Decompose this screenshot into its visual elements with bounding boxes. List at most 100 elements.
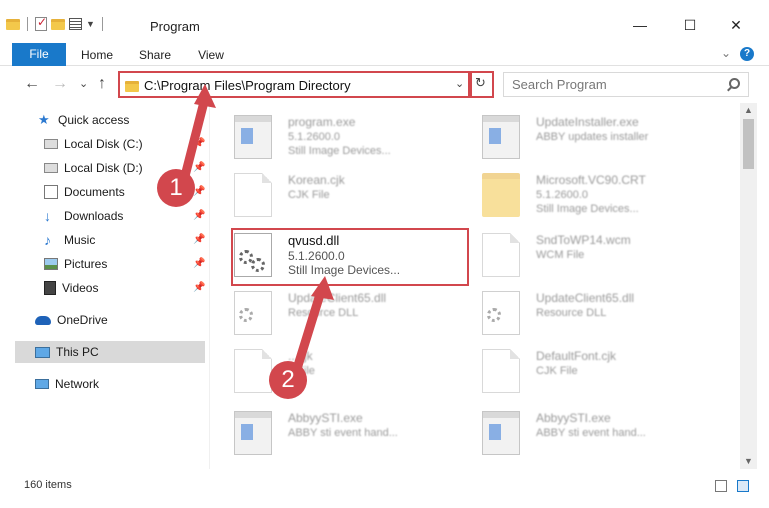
pin-icon[interactable]: 📌 (193, 210, 205, 221)
pin-icon[interactable]: 📌 (193, 234, 205, 245)
file-name: SndToWP14.wcm (536, 233, 631, 247)
tiles-view-icon[interactable] (737, 480, 749, 492)
sidebar-item-label: Documents (64, 185, 125, 199)
ribbon-expand-icon[interactable]: ⌄ (721, 46, 731, 60)
sidebar-item-quick-access[interactable]: ★ Quick access (38, 109, 205, 131)
videos-icon (44, 281, 56, 295)
search-input[interactable] (512, 77, 712, 92)
file-item[interactable]: ...cjk ...File (224, 341, 469, 399)
forward-button[interactable]: → (52, 75, 68, 93)
documents-icon (44, 185, 58, 199)
search-icon[interactable] (729, 78, 740, 89)
address-highlight-box (118, 71, 470, 98)
sidebar-item-this-pc[interactable]: This PC (15, 341, 205, 363)
document-icon (482, 349, 520, 393)
close-button[interactable]: ✕ (713, 10, 759, 40)
recent-locations-button[interactable]: ⌄ (79, 77, 88, 90)
sidebar-item-label: Videos (62, 281, 99, 295)
file-name: Korean.cjk (288, 173, 345, 187)
sidebar-item-label: Music (64, 233, 96, 247)
pictures-icon (44, 258, 58, 270)
refresh-icon[interactable]: ↻ (475, 75, 486, 91)
network-icon (35, 379, 49, 389)
sidebar-item-label: Pictures (64, 257, 108, 271)
file-name: program.exe (288, 115, 356, 129)
sidebar-item-videos[interactable]: Videos 📌 (44, 277, 205, 299)
maximize-button[interactable]: ☐ (667, 10, 713, 40)
sidebar-item-local-disk-c[interactable]: Local Disk (C:) 📌 (44, 133, 205, 155)
file-type: CJK File (536, 365, 578, 377)
file-item[interactable]: SndToWP14.wcm WCM File (472, 225, 717, 283)
search-box[interactable] (503, 72, 749, 97)
customize-icon[interactable] (69, 18, 82, 30)
file-name: AbbyySTI.exe (536, 411, 611, 425)
pin-icon[interactable]: 📌 (193, 282, 205, 293)
exe-icon (482, 411, 520, 455)
sidebar-item-network[interactable]: Network (35, 373, 205, 395)
file-item[interactable]: program.exe 5.1.2600.0 Still Image Devic… (224, 107, 469, 165)
sidebar-item-label: Local Disk (C:) (64, 137, 143, 151)
file-item[interactable]: UpdateInstaller.exe ABBY updates install… (472, 107, 717, 165)
sidebar-item-label: Local Disk (D:) (64, 161, 143, 175)
file-item[interactable]: UpdateClient65.dll Resource DLL (224, 283, 469, 341)
callout-1: 1 (157, 169, 195, 207)
file-type: CJK File (288, 189, 330, 201)
document-icon (482, 233, 520, 277)
pin-icon[interactable]: 📌 (193, 138, 205, 149)
drive-icon (44, 163, 58, 173)
dll-gear-icon (482, 291, 520, 335)
file-name: Microsoft.VC90.CRT (536, 173, 646, 187)
file-item[interactable]: AbbyySTI.exe ABBY sti event hand... (472, 403, 717, 461)
sidebar-item-music[interactable]: ♪ Music 📌 (44, 229, 205, 251)
sidebar-item-onedrive[interactable]: OneDrive (35, 309, 205, 331)
file-description: ABBY updates installer (536, 131, 649, 143)
qat-dropdown-icon[interactable]: ▼ (86, 19, 95, 29)
file-description: Still Image Devices... (536, 203, 639, 215)
file-version: 5.1.2600.0 (536, 189, 588, 201)
file-item[interactable]: Microsoft.VC90.CRT 5.1.2600.0 Still Imag… (472, 165, 717, 223)
star-icon: ★ (38, 112, 50, 127)
file-item[interactable]: Korean.cjk CJK File (224, 165, 469, 223)
file-name: UpdateClient65.dll (288, 291, 387, 305)
title-bar: ▼ Program — ☐ ✕ (0, 0, 769, 40)
file-description: Still Image Devices... (288, 145, 391, 157)
file-name: DefaultFont.cjk (536, 349, 617, 363)
music-icon: ♪ (44, 232, 51, 248)
vertical-scrollbar[interactable]: ▲ ▼ (740, 103, 757, 469)
drive-icon (44, 139, 58, 149)
help-icon[interactable]: ? (740, 47, 754, 61)
sidebar-item-downloads[interactable]: ↓ Downloads 📌 (44, 205, 205, 227)
document-icon (234, 173, 272, 217)
file-version: 5.1.2600.0 (288, 131, 340, 143)
quick-access-toolbar: ▼ (6, 14, 106, 34)
tab-share[interactable]: Share (132, 44, 178, 66)
tab-home[interactable]: Home (74, 44, 120, 66)
file-item[interactable]: DefaultFont.cjk CJK File (472, 341, 717, 399)
scroll-up-icon[interactable]: ▲ (744, 105, 753, 115)
callout-2: 2 (269, 361, 307, 399)
details-view-icon[interactable] (715, 480, 727, 492)
back-button[interactable]: ← (24, 75, 40, 93)
file-name: AbbyySTI.exe (288, 411, 363, 425)
file-name: UpdateClient65.dll (536, 291, 635, 305)
file-description: ABBY sti event hand... (536, 427, 646, 439)
tab-file[interactable]: File (12, 43, 66, 66)
pin-icon[interactable]: 📌 (193, 258, 205, 269)
minimize-button[interactable]: — (617, 10, 663, 40)
tab-view[interactable]: View (190, 44, 232, 66)
up-button[interactable]: ↑ (98, 75, 106, 93)
folder-icon[interactable] (6, 18, 20, 30)
file-item[interactable]: UpdateClient65.dll Resource DLL (472, 283, 717, 341)
sidebar-item-label: Network (55, 377, 100, 391)
status-bar: 160 items (0, 474, 769, 496)
file-item[interactable]: AbbyySTI.exe ABBY sti event hand... (224, 403, 469, 461)
divider (27, 17, 28, 31)
gear-icon (487, 308, 501, 322)
scrollbar-thumb[interactable] (743, 119, 754, 169)
sidebar-item-pictures[interactable]: Pictures 📌 (44, 253, 205, 275)
pin-icon[interactable]: 📌 (193, 162, 205, 173)
scroll-down-icon[interactable]: ▼ (744, 456, 753, 466)
new-folder-icon[interactable] (51, 18, 65, 30)
properties-icon[interactable] (35, 15, 47, 31)
cloud-icon (35, 315, 51, 325)
